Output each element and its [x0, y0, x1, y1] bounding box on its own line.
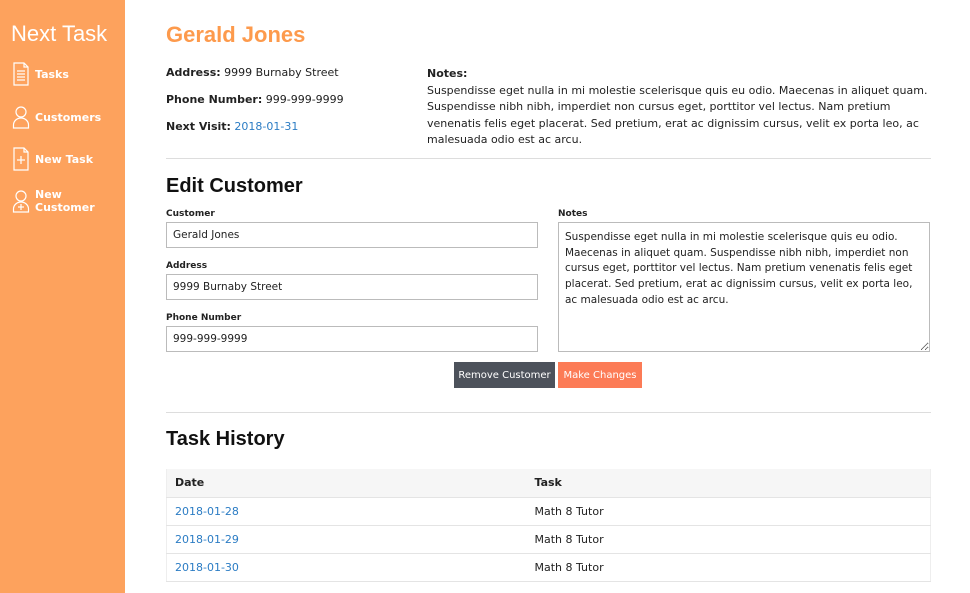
person-plus-icon: [12, 189, 30, 213]
task-cell: Math 8 Tutor: [526, 552, 931, 582]
table-row: 2018-01-28 Math 8 Tutor: [166, 496, 931, 525]
customer-field-label: Customer: [166, 209, 215, 219]
table-row: 2018-01-29 Math 8 Tutor: [166, 524, 931, 553]
notes-label: Notes:: [427, 67, 468, 80]
column-header-date: Date: [166, 469, 527, 497]
address-field-label: Address: [166, 261, 208, 271]
make-changes-button[interactable]: Make Changes: [558, 362, 642, 388]
customer-next-visit: Next Visit: 2018-01-31: [166, 120, 298, 133]
customer-phone: Phone Number: 999-999-9999: [166, 93, 344, 106]
customer-notes: Notes: Suspendisse eget nulla in mi mole…: [427, 66, 931, 149]
phone-input[interactable]: [166, 326, 538, 352]
date-cell: 2018-01-28: [166, 496, 527, 525]
sidebar-item-tasks[interactable]: Tasks: [12, 61, 69, 87]
divider: [166, 158, 931, 159]
phone-value: 999-999-9999: [265, 93, 344, 106]
document-plus-icon: [12, 147, 30, 171]
next-visit-label: Next Visit:: [166, 120, 231, 133]
edit-customer-heading: Edit Customer: [166, 175, 303, 197]
task-cell: Math 8 Tutor: [526, 524, 931, 553]
sidebar-item-label: New Task: [35, 152, 94, 166]
address-label: Address:: [166, 66, 221, 79]
notes-textarea[interactable]: Suspendisse eget nulla in mi molestie sc…: [558, 222, 930, 352]
phone-label: Phone Number:: [166, 93, 263, 106]
task-history-heading: Task History: [166, 428, 285, 450]
sidebar-item-label: Tasks: [35, 67, 69, 81]
phone-field-label: Phone Number: [166, 313, 242, 323]
date-cell: 2018-01-30: [166, 552, 527, 582]
sidebar-item-label: New Customer: [35, 188, 95, 214]
divider: [166, 412, 931, 413]
task-cell: Math 8 Tutor: [526, 496, 931, 525]
date-link[interactable]: 2018-01-28: [175, 505, 239, 518]
sidebar-item-new-task[interactable]: New Task: [12, 146, 93, 172]
date-link[interactable]: 2018-01-29: [175, 533, 239, 546]
customer-name-input[interactable]: [166, 222, 538, 248]
person-icon: [12, 105, 30, 129]
address-value: 9999 Burnaby Street: [224, 66, 339, 79]
next-visit-link[interactable]: 2018-01-31: [234, 120, 298, 133]
table-row: 2018-01-30 Math 8 Tutor: [166, 552, 931, 582]
date-link[interactable]: 2018-01-30: [175, 561, 239, 574]
column-header-task: Task: [526, 469, 931, 497]
table-header-row: Date Task: [166, 469, 931, 497]
task-history-table: Date Task 2018-01-28 Math 8 Tutor 2018-0…: [166, 469, 931, 582]
sidebar-item-label: Customers: [35, 110, 102, 124]
notes-text: Suspendisse eget nulla in mi molestie sc…: [427, 83, 928, 147]
remove-customer-button[interactable]: Remove Customer: [454, 362, 555, 388]
customer-address: Address: 9999 Burnaby Street: [166, 66, 339, 79]
address-input[interactable]: [166, 274, 538, 300]
notes-field-label: Notes: [558, 209, 588, 219]
sidebar: Next Task Tasks Customers New Task New C…: [0, 0, 125, 593]
sidebar-item-customers[interactable]: Customers: [12, 104, 101, 130]
date-cell: 2018-01-29: [166, 524, 527, 553]
sidebar-item-new-customer[interactable]: New Customer: [12, 188, 125, 214]
document-icon: [12, 62, 30, 86]
app-title[interactable]: Next Task: [11, 21, 107, 47]
customer-name: Gerald Jones: [166, 22, 306, 47]
